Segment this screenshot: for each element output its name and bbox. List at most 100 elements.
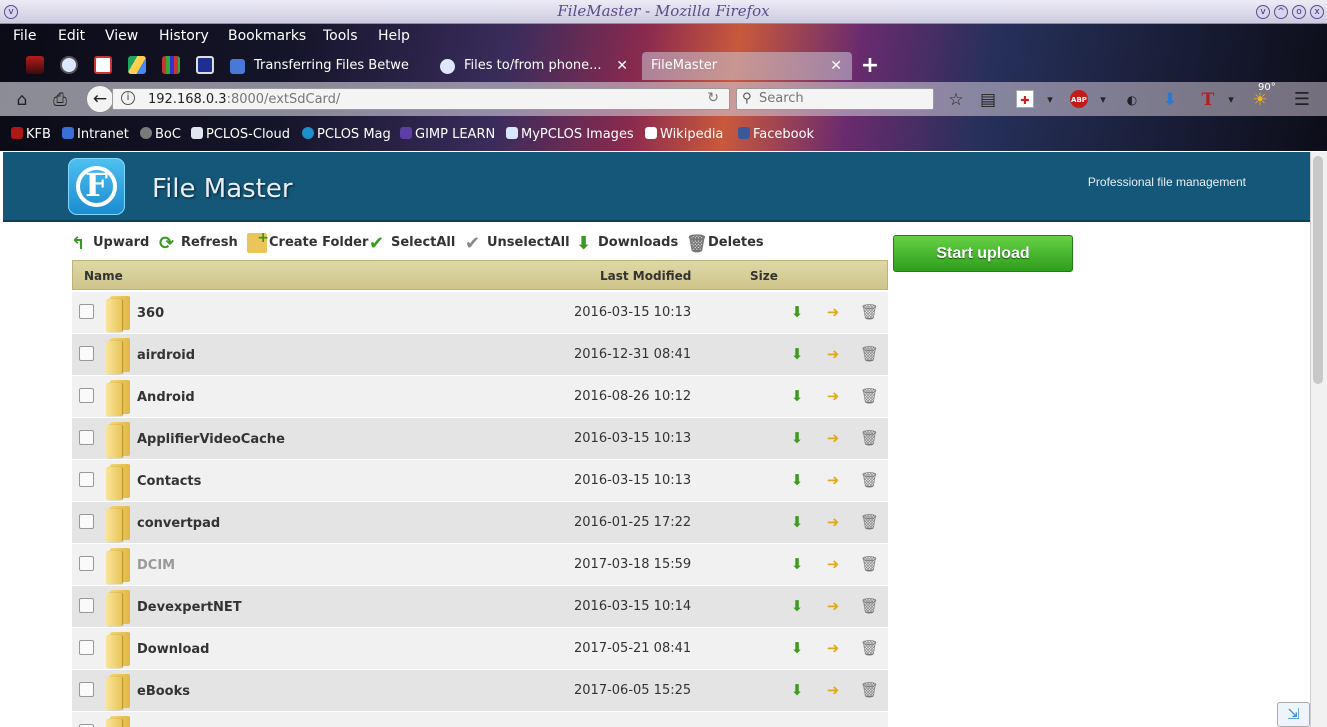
file-name-link[interactable]: convertpad — [137, 516, 220, 531]
trash-icon[interactable]: 🗑 — [860, 387, 879, 405]
move-icon[interactable]: ➜ — [824, 555, 842, 573]
download-icon[interactable]: ⬇ — [788, 471, 806, 489]
close-tab-icon[interactable]: ✕ — [830, 52, 842, 80]
home-icon[interactable]: ⌂ — [12, 90, 32, 110]
row-checkbox[interactable] — [79, 556, 94, 571]
bookmark-boc[interactable]: BoC — [140, 127, 181, 142]
file-name-link[interactable]: DCIM — [137, 558, 175, 573]
row-checkbox[interactable] — [79, 514, 94, 529]
reload-icon[interactable]: ↻ — [707, 90, 719, 106]
move-icon[interactable]: ➜ — [824, 387, 842, 405]
tab-filemaster[interactable]: FileMaster ✕ — [642, 52, 852, 80]
maximize-icon[interactable]: o — [1292, 5, 1306, 19]
table-row[interactable]: eBooks 2017-06-05 15:25 ⬇ ➜ 🗑 — [72, 670, 888, 712]
download-icon[interactable]: ⬇ — [788, 597, 806, 615]
row-checkbox[interactable] — [79, 472, 94, 487]
menu-view[interactable]: View — [105, 28, 138, 44]
pinned-tab-app-icon[interactable] — [196, 56, 214, 74]
download-icon[interactable]: ⬇ — [788, 513, 806, 531]
chevron-down-icon[interactable]: ▾ — [1093, 90, 1113, 110]
download-icon[interactable]: ⬇ — [788, 429, 806, 447]
row-checkbox[interactable] — [79, 388, 94, 403]
download-icon[interactable]: ⬇ — [788, 639, 806, 657]
download-icon[interactable]: ⬇ — [788, 681, 806, 699]
table-row[interactable]: DCIM 2017-03-18 15:59 ⬇ ➜ 🗑 — [72, 544, 888, 586]
menu-bookmarks[interactable]: Bookmarks — [228, 28, 306, 44]
table-row-partial[interactable] — [72, 712, 888, 727]
move-icon[interactable]: ➜ — [824, 681, 842, 699]
pinned-tab-drive-icon[interactable] — [128, 56, 146, 74]
column-last-modified[interactable]: Last Modified — [600, 269, 691, 283]
bookmark-pclos-mag[interactable]: PCLOS Mag — [302, 127, 391, 142]
menu-file[interactable]: File — [13, 28, 36, 44]
move-icon[interactable]: ➜ — [824, 345, 842, 363]
keep-above-icon[interactable]: ^ — [1274, 5, 1288, 19]
file-name-link[interactable]: Download — [137, 642, 209, 657]
row-checkbox[interactable] — [79, 598, 94, 613]
download-icon[interactable]: ⬇ — [788, 345, 806, 363]
bookmark-pclos-cloud[interactable]: PCLOS-Cloud — [191, 127, 290, 142]
tab-files-to-from-phone[interactable]: Files to/from phone... ✕ — [432, 52, 638, 80]
menu-tools[interactable]: Tools — [323, 28, 358, 44]
weather-icon[interactable]: ☀ — [1250, 90, 1270, 110]
file-name-link[interactable]: 360 — [137, 306, 164, 321]
table-row[interactable]: airdroid 2016-12-31 08:41 ⬇ ➜ 🗑 — [72, 334, 888, 376]
move-icon[interactable]: ➜ — [824, 597, 842, 615]
bookmark-intranet[interactable]: Intranet — [62, 127, 129, 142]
menu-history[interactable]: History — [159, 28, 209, 44]
url-text[interactable]: 192.168.0.3:8000/extSdCard/ — [148, 92, 340, 107]
bookmark-facebook[interactable]: Facebook — [738, 127, 814, 142]
shade-icon[interactable]: v — [1256, 5, 1270, 19]
file-name-link[interactable]: airdroid — [137, 348, 195, 363]
extension-flag-icon[interactable]: ✚ — [1016, 90, 1034, 108]
pinned-tab-globe-icon[interactable] — [60, 56, 78, 74]
trash-icon[interactable]: 🗑 — [860, 303, 879, 321]
file-name-link[interactable]: eBooks — [137, 684, 190, 699]
search-box[interactable]: ⚲ — [736, 88, 934, 110]
row-checkbox[interactable] — [79, 682, 94, 697]
trash-icon[interactable]: 🗑 — [860, 513, 879, 531]
url-bar[interactable]: i 192.168.0.3:8000/extSdCard/ ↻ — [112, 88, 730, 110]
trash-icon[interactable]: 🗑 — [860, 345, 879, 363]
trash-icon[interactable]: 🗑 — [860, 429, 879, 447]
pinned-tab-gmail-icon[interactable] — [94, 56, 112, 74]
menu-help[interactable]: Help — [378, 28, 410, 44]
row-checkbox[interactable] — [79, 346, 94, 361]
menu-edit[interactable]: Edit — [58, 28, 85, 44]
download-icon[interactable]: ⬇ — [788, 303, 806, 321]
table-row[interactable]: Contacts 2016-03-15 10:13 ⬇ ➜ 🗑 — [72, 460, 888, 502]
download-icon[interactable]: ⬇ — [788, 555, 806, 573]
column-name[interactable]: Name — [84, 269, 123, 283]
downloads-icon[interactable]: ⬇ — [1160, 90, 1180, 110]
file-name-link[interactable]: Android — [137, 390, 195, 405]
row-checkbox[interactable] — [79, 304, 94, 319]
table-row[interactable]: DevexpertNET 2016-03-15 10:14 ⬇ ➜ 🗑 — [72, 586, 888, 628]
close-window-icon[interactable]: x — [1310, 5, 1324, 19]
text-tool-icon[interactable]: T — [1198, 90, 1218, 110]
move-icon[interactable]: ➜ — [824, 513, 842, 531]
table-row[interactable]: ApplifierVideoCache 2016-03-15 10:13 ⬇ ➜ 🗑 — [72, 418, 888, 460]
file-name-link[interactable]: ApplifierVideoCache — [137, 432, 285, 447]
table-row[interactable]: convertpad 2016-01-25 17:22 ⬇ ➜ 🗑 — [72, 502, 888, 544]
close-tab-icon[interactable]: ✕ — [616, 52, 628, 80]
move-icon[interactable]: ➜ — [824, 303, 842, 321]
back-button[interactable]: ← — [86, 85, 114, 113]
start-upload-button[interactable]: Start upload — [893, 235, 1073, 272]
extension-icon[interactable]: ◐ — [1122, 90, 1142, 110]
table-row[interactable]: Android 2016-08-26 10:12 ⬇ ➜ 🗑 — [72, 376, 888, 418]
table-row[interactable]: 360 2016-03-15 10:13 ⬇ ➜ 🗑 — [72, 292, 888, 334]
chevron-down-icon[interactable]: ▾ — [1040, 90, 1060, 110]
pinned-tab-kfb-icon[interactable] — [26, 56, 44, 74]
hamburger-menu-icon[interactable]: ☰ — [1292, 90, 1312, 110]
scrollbar-thumb[interactable] — [1313, 156, 1323, 384]
trash-icon[interactable]: 🗑 — [860, 471, 879, 489]
move-icon[interactable]: ➜ — [824, 639, 842, 657]
move-icon[interactable]: ➜ — [824, 429, 842, 447]
trash-icon[interactable]: 🗑 — [860, 555, 879, 573]
download-icon[interactable]: ⬇ — [788, 387, 806, 405]
trash-icon[interactable]: 🗑 — [860, 639, 879, 657]
bookmark-gimp-learn[interactable]: GIMP LEARN — [400, 127, 495, 142]
new-tab-button[interactable]: + — [856, 52, 884, 80]
move-icon[interactable]: ➜ — [824, 471, 842, 489]
row-checkbox[interactable] — [79, 430, 94, 445]
